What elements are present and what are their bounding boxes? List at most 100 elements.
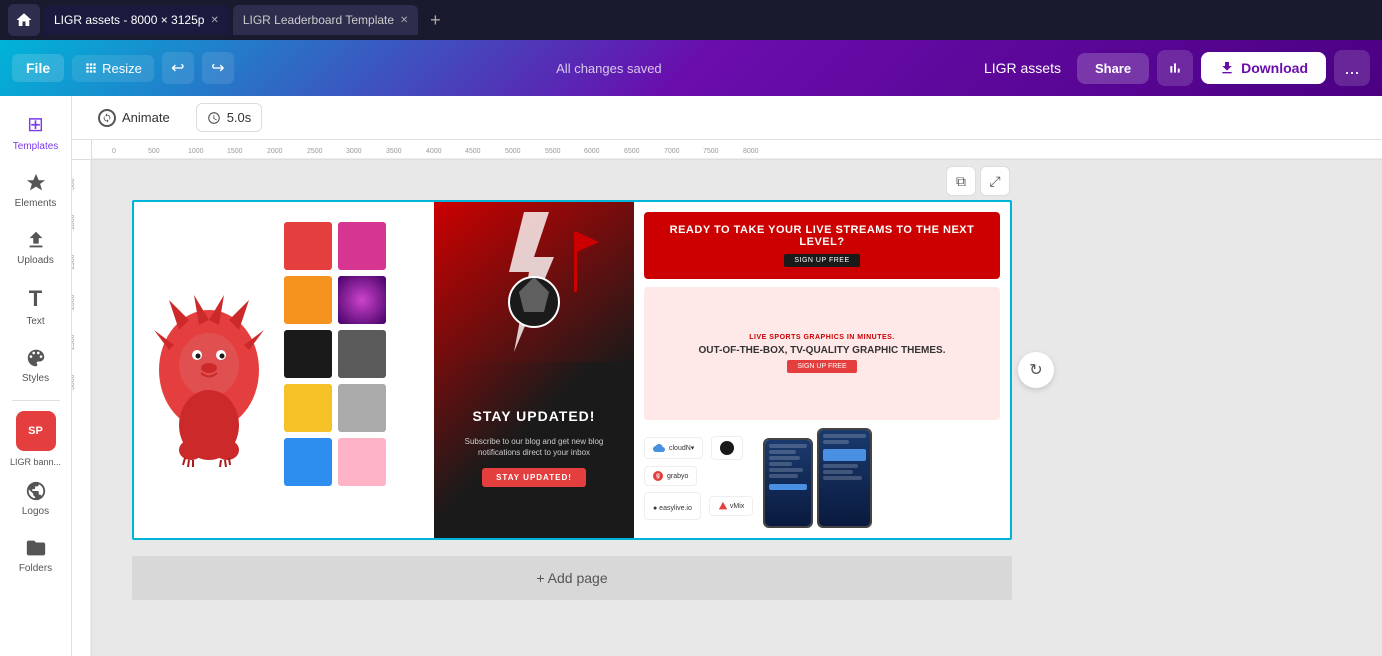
svg-text:4000: 4000 — [426, 148, 442, 155]
add-tab-button[interactable]: + — [422, 7, 448, 33]
svg-text:7000: 7000 — [664, 148, 680, 155]
color-swatch-gray — [338, 384, 386, 432]
mobile-screen-1 — [763, 438, 813, 528]
canvas-area[interactable]: 0 500 1000 1500 2000 2500 3000 3500 4000… — [72, 140, 1382, 656]
sidebar-ligr-label: LIGR bann... — [10, 457, 61, 468]
logo-vmix: vMix — [709, 496, 753, 516]
sidebar-item-folders[interactable]: Folders — [4, 529, 68, 582]
banner-cta-button[interactable]: STAY UPDATED! — [482, 468, 586, 487]
color-swatch-yellow — [284, 384, 332, 432]
svg-text:3000: 3000 — [72, 374, 76, 390]
svg-text:1500: 1500 — [227, 148, 243, 155]
save-status: All changes saved — [242, 61, 976, 76]
uploads-icon — [25, 229, 47, 251]
sidebar-item-elements[interactable]: Elements — [4, 164, 68, 217]
lion-logo — [144, 212, 274, 528]
time-label: 5.0s — [227, 110, 252, 125]
ad-mid-subtitle: LIVE SPORTS GRAPHICS IN MINUTES. — [749, 334, 895, 341]
sidebar-item-templates[interactable]: ⊞ Templates — [4, 104, 68, 160]
ad-mid-button[interactable]: SIGN UP FREE — [787, 360, 856, 373]
title-bar: LIGR assets - 8000 × 3125p ✕ LIGR Leader… — [0, 0, 1382, 40]
expand-frame-button[interactable]: ⤢ — [980, 166, 1010, 196]
ad-top-button[interactable]: SIGN UP FREE — [784, 254, 859, 267]
tab-2-label: LIGR Leaderboard Template — [243, 13, 394, 27]
svg-text:3500: 3500 — [386, 148, 402, 155]
svg-text:2000: 2000 — [267, 148, 283, 155]
mobile-screen-2 — [817, 428, 872, 528]
middle-panel: STAY UPDATED! Subscribe to our blog and … — [434, 202, 634, 538]
svg-text:500: 500 — [72, 178, 76, 190]
color-swatch-black — [284, 330, 332, 378]
ad-mid-title: OUT-OF-THE-BOX, TV-QUALITY GRAPHIC THEME… — [698, 345, 945, 356]
ruler-left-svg: 500 1000 1500 2000 2500 3000 — [72, 160, 92, 656]
logo-easylive: ● easylive.io — [644, 492, 701, 520]
svg-text:6500: 6500 — [624, 148, 640, 155]
tab-2-close[interactable]: ✕ — [400, 15, 408, 26]
tab-2[interactable]: LIGR Leaderboard Template ✕ — [233, 5, 419, 35]
color-swatch-darkgray — [338, 330, 386, 378]
sidebar-templates-label: Templates — [13, 141, 59, 152]
canvas-workspace[interactable]: ⧉ ⤢ — [92, 160, 1382, 656]
svg-text:1000: 1000 — [188, 148, 204, 155]
download-button[interactable]: Download — [1201, 52, 1326, 84]
more-options-button[interactable]: ... — [1334, 50, 1370, 86]
brand-name: LIGR assets — [984, 60, 1061, 76]
file-button[interactable]: File — [12, 54, 64, 82]
canvas-container: Animate 5.0s 0 500 1000 1500 2000 — [72, 96, 1382, 656]
svg-text:6000: 6000 — [584, 148, 600, 155]
sidebar-item-text[interactable]: T Text — [4, 278, 68, 335]
frame-actions: ⧉ ⤢ — [946, 166, 1010, 196]
main-layout: ⊞ Templates Elements Uploads T Text Styl… — [0, 96, 1382, 656]
logo-grabyo: g grabyo — [644, 466, 697, 486]
sidebar-styles-label: Styles — [22, 373, 49, 384]
ruler-top-svg: 0 500 1000 1500 2000 2500 3000 3500 4000… — [92, 140, 1382, 160]
resize-button[interactable]: Resize — [72, 55, 154, 82]
tab-1-label: LIGR assets - 8000 × 3125p — [54, 13, 204, 27]
left-panel — [134, 202, 434, 538]
time-button[interactable]: 5.0s — [196, 103, 263, 132]
svg-text:500: 500 — [148, 148, 160, 155]
canvas-inner: ⧉ ⤢ — [92, 160, 1382, 656]
redo-button[interactable]: ↪ — [202, 52, 234, 84]
undo-button[interactable]: ↩ — [162, 52, 194, 84]
sidebar-item-logos[interactable]: Logos — [4, 472, 68, 525]
animate-bar: Animate 5.0s — [72, 96, 1382, 140]
add-page-label: + Add page — [536, 570, 607, 586]
sidebar-uploads-label: Uploads — [17, 255, 54, 266]
sidebar-item-ligr-banner[interactable]: SP — [16, 411, 56, 451]
tab-1[interactable]: LIGR assets - 8000 × 3125p ✕ — [44, 5, 229, 35]
sidebar: ⊞ Templates Elements Uploads T Text Styl… — [0, 96, 72, 656]
sidebar-elements-label: Elements — [15, 198, 57, 209]
sidebar-divider — [12, 400, 60, 401]
svg-text:2500: 2500 — [72, 334, 76, 350]
svg-text:2500: 2500 — [307, 148, 323, 155]
color-grid — [284, 222, 386, 486]
svg-text:2000: 2000 — [72, 294, 76, 310]
design-frame[interactable]: ⧉ ⤢ — [132, 200, 1012, 540]
animate-icon — [98, 109, 116, 127]
sidebar-item-styles[interactable]: Styles — [4, 339, 68, 392]
svg-text:0: 0 — [112, 148, 116, 155]
share-button[interactable]: Share — [1077, 53, 1149, 84]
folders-icon — [25, 537, 47, 559]
analytics-button[interactable] — [1157, 50, 1193, 86]
sidebar-item-uploads[interactable]: Uploads — [4, 221, 68, 274]
color-swatch-pink — [338, 222, 386, 270]
ruler-corner — [72, 140, 92, 160]
svg-text:4500: 4500 — [465, 148, 481, 155]
svg-text:8000: 8000 — [743, 148, 759, 155]
logos-row-2: g grabyo — [644, 466, 753, 486]
animate-button[interactable]: Animate — [88, 103, 180, 133]
color-swatch-lightpink — [338, 438, 386, 486]
ad-banner-top: READY TO TAKE YOUR LIVE STREAMS TO THE N… — [644, 212, 1000, 279]
text-icon: T — [29, 286, 42, 312]
refresh-button[interactable]: ↻ — [1018, 352, 1054, 388]
add-page-bar[interactable]: + Add page — [132, 556, 1012, 600]
ruler-top: 0 500 1000 1500 2000 2500 3000 3500 4000… — [92, 140, 1382, 160]
copy-frame-button[interactable]: ⧉ — [946, 166, 976, 196]
color-swatch-purple — [338, 276, 386, 324]
svg-text:1500: 1500 — [72, 254, 76, 270]
svg-text:3000: 3000 — [346, 148, 362, 155]
tab-1-close[interactable]: ✕ — [210, 15, 218, 26]
home-button[interactable] — [8, 4, 40, 36]
